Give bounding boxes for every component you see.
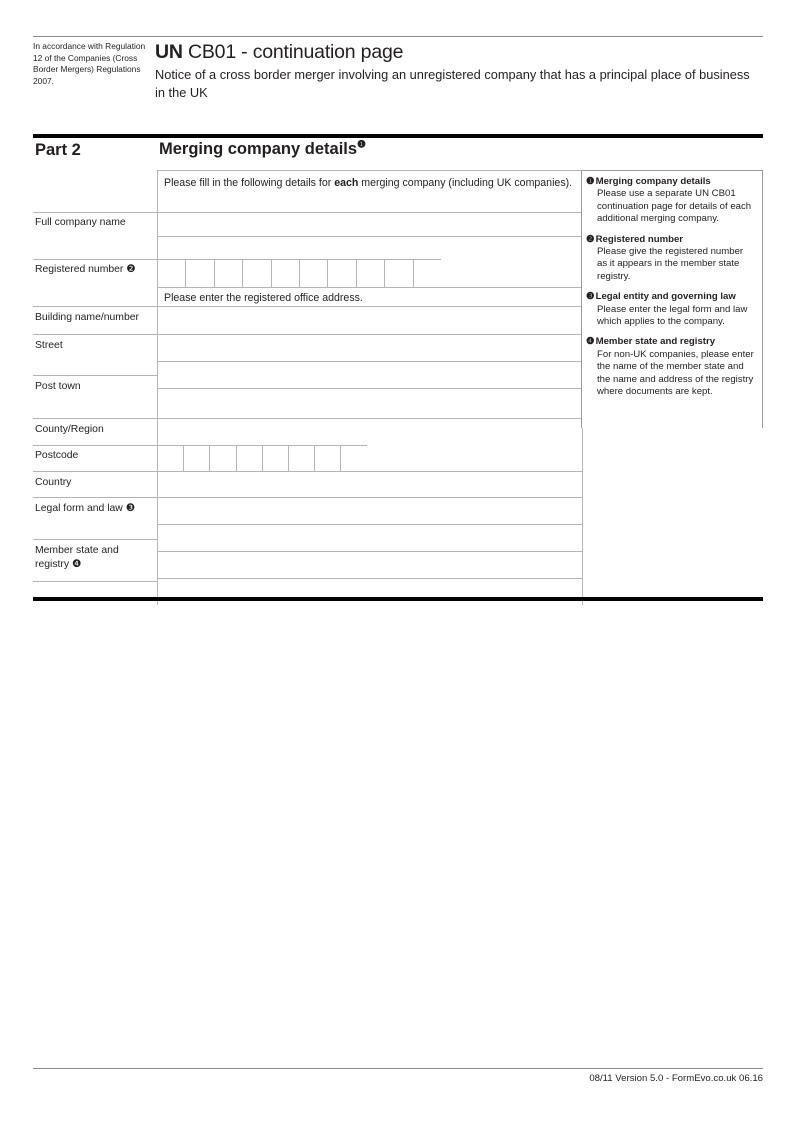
- footer-version-text: 08/11 Version 5.0 - FormEvo.co.uk 06.16: [589, 1073, 763, 1084]
- guidance-note-title-3: ❸Legal entity and governing law: [586, 291, 754, 303]
- registered-number-cell-6[interactable]: [299, 259, 328, 287]
- registered-number-cell-1[interactable]: [157, 259, 186, 287]
- guidance-note-title-1: ❶Merging company details: [586, 176, 754, 188]
- postcode-cell-5[interactable]: [261, 445, 288, 471]
- registered-number-cell-10[interactable]: [412, 259, 441, 287]
- input-country[interactable]: [157, 471, 582, 497]
- guidance-note-body-2: Please give the registered number as it …: [597, 246, 744, 282]
- label-rule: [33, 306, 157, 307]
- guidance-note-marker-1: ❶: [586, 176, 595, 187]
- guidance-note-title-text-3: Legal entity and governing law: [595, 291, 736, 303]
- label-postcode: Postcode: [35, 450, 79, 461]
- instruction-fill-details-b: merging company (including UK companies)…: [358, 177, 573, 189]
- instruction-fill-details-bold: each: [334, 177, 359, 189]
- postcode-cell-7[interactable]: [314, 445, 341, 471]
- guidance-note-2: ❷Registered number Please give the regist…: [586, 234, 754, 284]
- postcode-cell-2[interactable]: [183, 445, 210, 471]
- guidance-note-4: ❹Member state and registry For non-UK com…: [586, 336, 754, 398]
- registered-number-cell-5[interactable]: [270, 259, 299, 287]
- guidance-note-title-text-2: Registered number: [595, 233, 684, 245]
- input-full-company-name-line2[interactable]: [157, 236, 582, 259]
- input-county-region[interactable]: [157, 418, 582, 445]
- input-building-name-number[interactable]: [157, 306, 582, 334]
- label-member-state-marker: ❹: [71, 558, 82, 570]
- guidance-notes-list: ❶Merging company details Please use a sep…: [586, 176, 754, 399]
- label-rule: [33, 418, 157, 419]
- title-block: UN CB01 - continuation page Notice of a …: [155, 40, 755, 101]
- guidance-note-1: ❶Merging company details Please use a sep…: [586, 176, 754, 226]
- input-street-line2[interactable]: [157, 361, 582, 388]
- label-rule: [33, 471, 157, 472]
- guidance-note-title-4: ❹Member state and registry: [586, 336, 754, 348]
- guidance-note-body-3: Please enter the legal form and law whic…: [597, 303, 748, 328]
- part-heading: Merging company details❶: [159, 140, 366, 159]
- guidance-note-marker-2: ❷: [586, 233, 595, 245]
- instruction-fill-details: Please fill in the following details for…: [157, 170, 582, 212]
- registered-number-cell-9[interactable]: [384, 259, 413, 287]
- part-bottom-rule: [33, 597, 763, 601]
- label-building-name-number: Building name/number: [35, 312, 139, 323]
- guidance-note-title-2: ❷Registered number: [586, 234, 754, 246]
- guidance-note-body-1: Please use a separate UN CB01 continuati…: [597, 188, 752, 225]
- label-member-state-and-registry: Member state and registry ❹: [35, 544, 147, 571]
- guidance-note-title-text-1: Merging company details: [595, 176, 711, 187]
- registered-number-cell-3[interactable]: [213, 259, 243, 287]
- instruction-registered-office-address: Please enter the registered office addre…: [157, 287, 582, 306]
- label-county-region: County/Region: [35, 424, 104, 435]
- label-legal-form-marker: ❸: [125, 503, 136, 514]
- label-legal-form-text: Legal form and law: [35, 503, 123, 514]
- guidance-sidebar: ❶Merging company details Please use a sep…: [581, 170, 763, 428]
- input-member-state-line1[interactable]: [157, 551, 582, 578]
- part-heading-note-marker: ❶: [357, 139, 367, 151]
- registered-number-cell-7[interactable]: [327, 259, 356, 287]
- form-page: In accordance with Regulation 12 of the …: [0, 0, 800, 1131]
- label-rule: [33, 539, 157, 540]
- label-rule: [33, 334, 157, 335]
- form-title: UN CB01 - continuation page: [155, 40, 755, 64]
- postcode-cell-6[interactable]: [288, 445, 315, 471]
- postcode-cell-3[interactable]: [209, 445, 236, 471]
- postcode-cell-4[interactable]: [235, 445, 262, 471]
- form-subtitle: Notice of a cross border merger involvin…: [155, 67, 750, 100]
- label-rule: [33, 497, 157, 498]
- input-full-company-name-line1[interactable]: [157, 212, 582, 236]
- label-rule: [33, 581, 157, 582]
- guidance-note-marker-3: ❸: [586, 291, 595, 303]
- label-rule: [33, 445, 157, 446]
- guidance-note-body-4: For non-UK companies, please enter the n…: [597, 348, 754, 398]
- header-top-rule: [33, 36, 763, 37]
- registered-number-cell-4[interactable]: [242, 259, 271, 287]
- footer-rule: [33, 1068, 763, 1069]
- instruction-fill-details-a: Please fill in the following details for: [164, 177, 335, 189]
- regulation-accordance-text: In accordance with Regulation 12 of the …: [33, 41, 146, 86]
- label-full-company-name: Full company name: [35, 217, 126, 228]
- registered-number-cell-8[interactable]: [355, 259, 385, 287]
- guidance-note-title-text-4: Member state and registry: [595, 336, 716, 348]
- registered-number-cell-2[interactable]: [185, 259, 214, 287]
- part-number-label: Part 2: [35, 141, 81, 159]
- label-registered-number: Registered number ❷: [35, 263, 155, 277]
- label-street: Street: [35, 340, 63, 351]
- postcode-cell-8[interactable]: [340, 445, 367, 471]
- postcode-cell-1[interactable]: [157, 445, 184, 471]
- label-rule: [33, 375, 157, 376]
- label-registered-number-marker: ❷: [126, 264, 136, 275]
- label-legal-form-and-law: Legal form and law ❸: [35, 502, 155, 516]
- input-street-line1[interactable]: [157, 334, 582, 361]
- guidance-note-marker-4: ❹: [586, 336, 595, 348]
- part-heading-text: Merging company details: [159, 140, 358, 158]
- label-country: Country: [35, 477, 72, 488]
- label-rule: [33, 212, 157, 213]
- form-title-rest: CB01 - continuation page: [182, 41, 404, 63]
- input-legal-form-line2[interactable]: [157, 524, 582, 551]
- input-legal-form-line1[interactable]: [157, 497, 582, 524]
- label-registered-number-text: Registered number: [35, 264, 124, 275]
- part-top-rule: [33, 134, 763, 138]
- label-rule: [33, 259, 157, 260]
- guidance-note-3: ❸Legal entity and governing law Please en…: [586, 291, 754, 328]
- form-title-code: UN: [155, 41, 183, 63]
- label-post-town: Post town: [35, 381, 81, 392]
- input-post-town[interactable]: [157, 388, 582, 418]
